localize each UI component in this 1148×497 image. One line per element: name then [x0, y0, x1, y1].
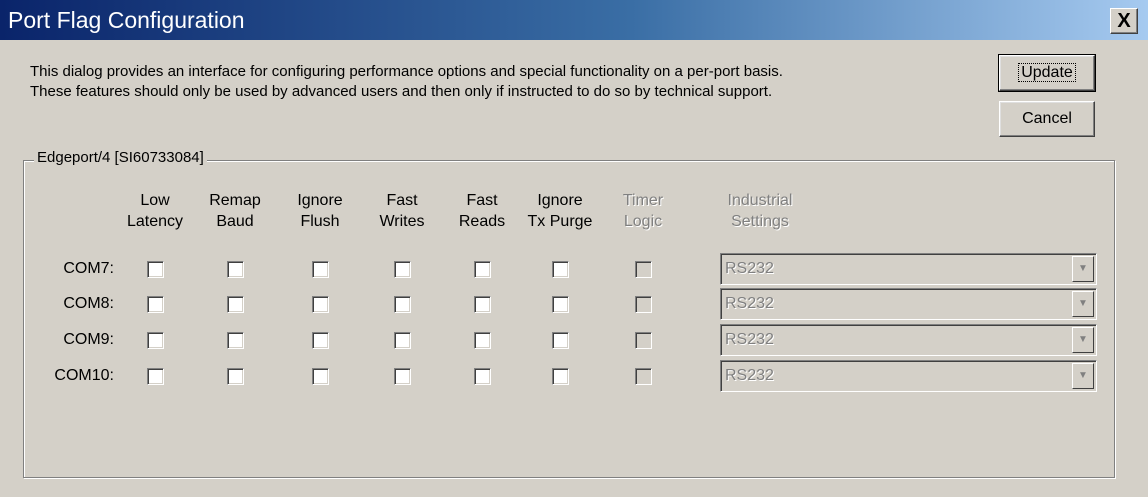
- column-header-ignore-flush: Ignore Flush: [275, 190, 365, 232]
- cancel-button-label: Cancel: [1022, 110, 1072, 127]
- checkbox-ignore-flush[interactable]: [312, 261, 329, 278]
- checkbox-timer-logic: [635, 332, 652, 349]
- group-label: Edgeport/4 [SI60733084]: [34, 148, 207, 168]
- close-icon: X: [1117, 10, 1131, 32]
- column-header-line2: Writes: [379, 213, 425, 230]
- column-header-line2: Logic: [623, 213, 663, 230]
- industrial-settings-select: RS232 ▼: [720, 253, 1097, 285]
- checkbox-remap-baud[interactable]: [227, 296, 244, 313]
- checkbox-remap-baud[interactable]: [227, 368, 244, 385]
- checkbox-timer-logic: [635, 261, 652, 278]
- checkbox-ignore-tx-purge[interactable]: [552, 332, 569, 349]
- description: This dialog provides an interface for co…: [30, 62, 970, 102]
- checkbox-fast-writes[interactable]: [394, 332, 411, 349]
- checkbox-fast-reads[interactable]: [474, 296, 491, 313]
- column-header-line2: Flush: [300, 213, 340, 230]
- checkbox-fast-writes[interactable]: [394, 368, 411, 385]
- column-header-line1: Ignore: [537, 192, 583, 209]
- update-button-label: Update: [1018, 63, 1076, 82]
- column-header-industrial-settings: Industrial Settings: [715, 190, 805, 232]
- port-label: COM8:: [63, 295, 114, 312]
- column-header-fast-reads: Fast Reads: [437, 190, 527, 232]
- checkbox-low-latency[interactable]: [147, 332, 164, 349]
- description-line-2: These features should only be used by ad…: [30, 83, 773, 100]
- industrial-settings-value: RS232: [725, 331, 774, 348]
- chevron-down-icon: ▼: [1072, 256, 1094, 282]
- industrial-settings-select: RS232 ▼: [720, 324, 1097, 356]
- column-header-low-latency: Low Latency: [110, 190, 200, 232]
- checkbox-fast-writes[interactable]: [394, 296, 411, 313]
- chevron-down-icon: ▼: [1072, 327, 1094, 353]
- industrial-settings-value: RS232: [725, 260, 774, 277]
- close-button[interactable]: X: [1110, 8, 1138, 34]
- cancel-button[interactable]: Cancel: [999, 101, 1095, 137]
- checkbox-ignore-tx-purge[interactable]: [552, 261, 569, 278]
- industrial-settings-value: RS232: [725, 295, 774, 312]
- column-header-line1: Remap: [209, 192, 261, 209]
- column-header-line2: Baud: [216, 213, 254, 230]
- port-label: COM9:: [63, 331, 114, 348]
- checkbox-ignore-tx-purge[interactable]: [552, 296, 569, 313]
- column-header-ignore-tx-purge: Ignore Tx Purge: [515, 190, 605, 232]
- checkbox-ignore-flush[interactable]: [312, 332, 329, 349]
- checkbox-fast-reads[interactable]: [474, 368, 491, 385]
- checkbox-ignore-flush[interactable]: [312, 296, 329, 313]
- column-header-line2: Reads: [458, 213, 506, 230]
- checkbox-fast-writes[interactable]: [394, 261, 411, 278]
- checkbox-fast-reads[interactable]: [474, 332, 491, 349]
- checkbox-low-latency[interactable]: [147, 261, 164, 278]
- window-title: Port Flag Configuration: [8, 7, 245, 33]
- port-label: COM7:: [63, 260, 114, 277]
- column-header-line1: Timer: [622, 192, 664, 209]
- checkbox-timer-logic: [635, 296, 652, 313]
- update-button[interactable]: Update: [998, 54, 1096, 92]
- checkbox-fast-reads[interactable]: [474, 261, 491, 278]
- column-header-remap-baud: Remap Baud: [190, 190, 280, 232]
- checkbox-ignore-flush[interactable]: [312, 368, 329, 385]
- title-bar: Port Flag Configuration X: [0, 0, 1148, 40]
- column-header-fast-writes: Fast Writes: [357, 190, 447, 232]
- checkbox-low-latency[interactable]: [147, 368, 164, 385]
- port-label: COM10:: [54, 367, 114, 384]
- industrial-settings-value: RS232: [725, 367, 774, 384]
- chevron-down-icon: ▼: [1072, 291, 1094, 317]
- checkbox-remap-baud[interactable]: [227, 261, 244, 278]
- industrial-settings-select: RS232 ▼: [720, 288, 1097, 320]
- description-line-1: This dialog provides an interface for co…: [30, 63, 783, 80]
- industrial-settings-select: RS232 ▼: [720, 360, 1097, 392]
- column-header-line1: Low: [140, 192, 170, 209]
- column-header-line2: Settings: [731, 213, 789, 230]
- column-header-timer-logic: Timer Logic: [598, 190, 688, 232]
- checkbox-remap-baud[interactable]: [227, 332, 244, 349]
- column-header-line2: Latency: [126, 213, 184, 230]
- column-header-line1: Fast: [386, 192, 418, 209]
- checkbox-ignore-tx-purge[interactable]: [552, 368, 569, 385]
- column-header-line2: Tx Purge: [527, 213, 593, 230]
- chevron-down-icon: ▼: [1072, 363, 1094, 389]
- checkbox-low-latency[interactable]: [147, 296, 164, 313]
- column-header-line1: Fast: [466, 192, 498, 209]
- checkbox-timer-logic: [635, 368, 652, 385]
- column-header-line1: Ignore: [297, 192, 343, 209]
- column-header-line1: Industrial: [727, 192, 793, 209]
